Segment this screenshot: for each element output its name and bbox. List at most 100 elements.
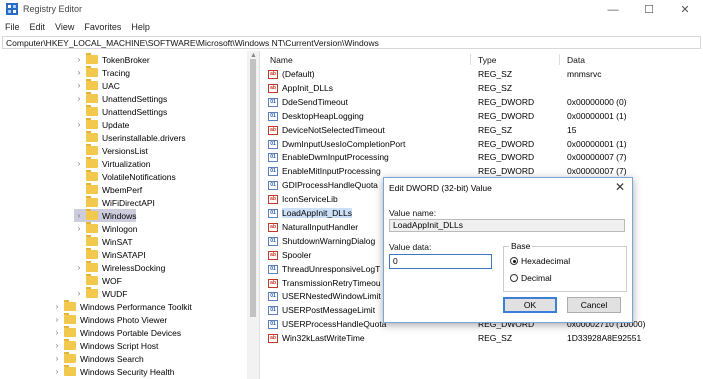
tree-item-label: Windows Portable Devices xyxy=(80,327,182,338)
expand-chevron-icon[interactable]: › xyxy=(74,263,84,272)
value-row[interactable]: 01 DwmInputUsesIoCompletionPort REG_DWORD 0… xyxy=(262,138,703,151)
menu-edit[interactable]: Edit xyxy=(25,20,51,34)
expand-chevron-icon[interactable]: › xyxy=(74,159,84,168)
value-name: DwmInputUsesIoCompletionPort xyxy=(282,138,406,149)
value-row[interactable]: ab DeviceNotSelectedTimeout REG_SZ 15 xyxy=(262,124,703,137)
tree-item[interactable]: UnattendSettings xyxy=(74,105,167,118)
expand-chevron-icon[interactable]: › xyxy=(74,94,84,103)
expand-chevron-icon[interactable]: › xyxy=(74,289,84,298)
tree-item[interactable]: › Windows Search xyxy=(52,352,144,365)
expand-chevron-icon[interactable]: › xyxy=(74,120,84,129)
tree-item[interactable]: VersionsList xyxy=(74,144,148,157)
folder-icon xyxy=(64,300,76,311)
tree-item[interactable]: › Windows Security Health xyxy=(52,365,174,378)
expand-chevron-icon[interactable]: › xyxy=(52,367,62,376)
tree-item[interactable]: › UnattendSettings xyxy=(74,92,167,105)
expand-chevron-icon[interactable]: › xyxy=(74,224,84,233)
tree-item[interactable]: › Windows Photo Viewer xyxy=(52,313,167,326)
tree-item[interactable]: WinSATAPI xyxy=(74,248,146,261)
tree-item[interactable]: › TokenBroker xyxy=(74,53,150,66)
minimize-button[interactable]: — xyxy=(595,0,631,19)
registry-editor-icon xyxy=(6,3,18,15)
column-header-data[interactable]: Data xyxy=(567,55,585,65)
tree-item[interactable]: › Windows Portable Devices xyxy=(52,326,181,339)
close-button[interactable]: ✕ xyxy=(667,0,703,19)
tree-item-label: WOF xyxy=(102,275,122,286)
tree-item[interactable]: › Windows Performance Toolkit xyxy=(52,300,192,313)
tree-item[interactable]: › Tracing xyxy=(74,66,130,79)
tree-item[interactable]: WbemPerf xyxy=(74,183,142,196)
expand-chevron-icon[interactable]: › xyxy=(52,341,62,350)
dialog-close-button[interactable]: ✕ xyxy=(615,180,625,194)
value-name: USERNestedWindowLimit xyxy=(282,291,381,302)
folder-icon xyxy=(64,313,76,324)
value-row[interactable]: 01 DdeSendTimeout REG_DWORD 0x00000000 (0) xyxy=(262,96,703,109)
tree-scrollbar[interactable]: ▲ xyxy=(247,51,259,379)
expand-chevron-icon[interactable]: › xyxy=(52,328,62,337)
tree-item[interactable]: › Winlogon xyxy=(74,222,137,235)
tree-item[interactable]: WiFiDirectAPI xyxy=(74,196,155,209)
expand-chevron-icon[interactable]: › xyxy=(74,68,84,77)
value-row[interactable]: ab AppInit_DLLs REG_SZ xyxy=(262,82,703,95)
value-name: Spooler xyxy=(282,249,312,260)
maximize-button[interactable]: ☐ xyxy=(631,0,667,19)
tree-item[interactable]: › UAC xyxy=(74,79,120,92)
value-type: REG_DWORD xyxy=(478,96,535,107)
folder-icon xyxy=(64,352,76,363)
menu-file[interactable]: File xyxy=(0,20,25,34)
tree-item[interactable]: WOF xyxy=(74,274,122,287)
binary-value-icon: 01 xyxy=(268,236,278,246)
folder-icon xyxy=(86,170,98,181)
string-value-icon: ab xyxy=(268,125,278,135)
tree-item[interactable]: › Windows xyxy=(74,209,137,222)
column-divider[interactable] xyxy=(470,54,471,65)
value-row[interactable]: 01 EnableDwmInputProcessing REG_DWORD 0x000… xyxy=(262,151,703,164)
scroll-up-icon[interactable]: ▲ xyxy=(250,52,257,59)
decimal-radio[interactable]: Decimal xyxy=(510,273,552,283)
string-value-icon: ab xyxy=(268,70,278,79)
menu-help[interactable]: Help xyxy=(126,20,155,34)
tree-item[interactable]: VolatileNotifications xyxy=(74,170,176,183)
tree-item-label: UnattendSettings xyxy=(102,93,168,104)
folder-icon xyxy=(86,274,98,285)
string-value-icon: ab xyxy=(268,195,278,205)
tree-item-label: WinSATAPI xyxy=(102,249,146,260)
string-value-icon: ab xyxy=(268,250,278,260)
folder-icon xyxy=(86,209,98,220)
value-data-input[interactable]: 0 xyxy=(389,254,492,269)
tree-item[interactable]: › Virtualization xyxy=(74,157,151,170)
radio-unselected-icon[interactable] xyxy=(510,274,518,282)
radio-selected-icon[interactable] xyxy=(510,257,518,265)
binary-value-icon: 01 xyxy=(268,292,278,302)
tree-item[interactable]: Userinstallable.drivers xyxy=(74,131,186,144)
hexadecimal-radio[interactable]: Hexadecimal xyxy=(510,256,570,266)
value-row[interactable]: ab (Default) REG_SZ mnmsrvc xyxy=(262,68,703,81)
value-data: 0x00000007 (7) xyxy=(567,166,627,177)
folder-icon xyxy=(86,131,98,142)
value-row[interactable]: 01 DesktopHeapLogging REG_DWORD 0x00000001 … xyxy=(262,110,703,123)
column-header-type[interactable]: Type xyxy=(478,55,496,65)
tree-item[interactable]: › Update xyxy=(74,118,129,131)
expand-chevron-icon[interactable]: › xyxy=(52,354,62,363)
tree-item[interactable]: › WirelessDocking xyxy=(74,261,165,274)
tree-item-label: Windows Performance Toolkit xyxy=(80,301,192,312)
value-name: ThreadUnresponsiveLogT xyxy=(282,263,381,274)
column-divider[interactable] xyxy=(559,54,560,65)
tree-item[interactable]: › WUDF xyxy=(74,287,128,300)
expand-chevron-icon[interactable]: › xyxy=(74,81,84,90)
folder-icon xyxy=(86,261,98,272)
menu-view[interactable]: View xyxy=(50,20,79,34)
column-header-name[interactable]: Name xyxy=(270,55,293,65)
value-row[interactable]: ab Win32kLastWriteTime REG_SZ 1D33928A8E925… xyxy=(262,332,703,345)
expand-chevron-icon[interactable]: › xyxy=(52,315,62,324)
cancel-button[interactable]: Cancel xyxy=(567,297,621,313)
expand-chevron-icon[interactable]: › xyxy=(74,55,84,64)
menu-favorites[interactable]: Favorites xyxy=(79,20,126,34)
ok-button[interactable]: OK xyxy=(503,297,557,313)
tree-item[interactable]: WinSAT xyxy=(74,235,133,248)
tree-scrollbar-thumb[interactable] xyxy=(250,59,256,317)
address-bar[interactable]: Computer\HKEY_LOCAL_MACHINE\SOFTWARE\Mic… xyxy=(2,36,701,49)
expand-chevron-icon[interactable]: › xyxy=(52,302,62,311)
expand-chevron-icon[interactable]: › xyxy=(74,211,84,220)
tree-item[interactable]: › Windows Script Host xyxy=(52,339,158,352)
